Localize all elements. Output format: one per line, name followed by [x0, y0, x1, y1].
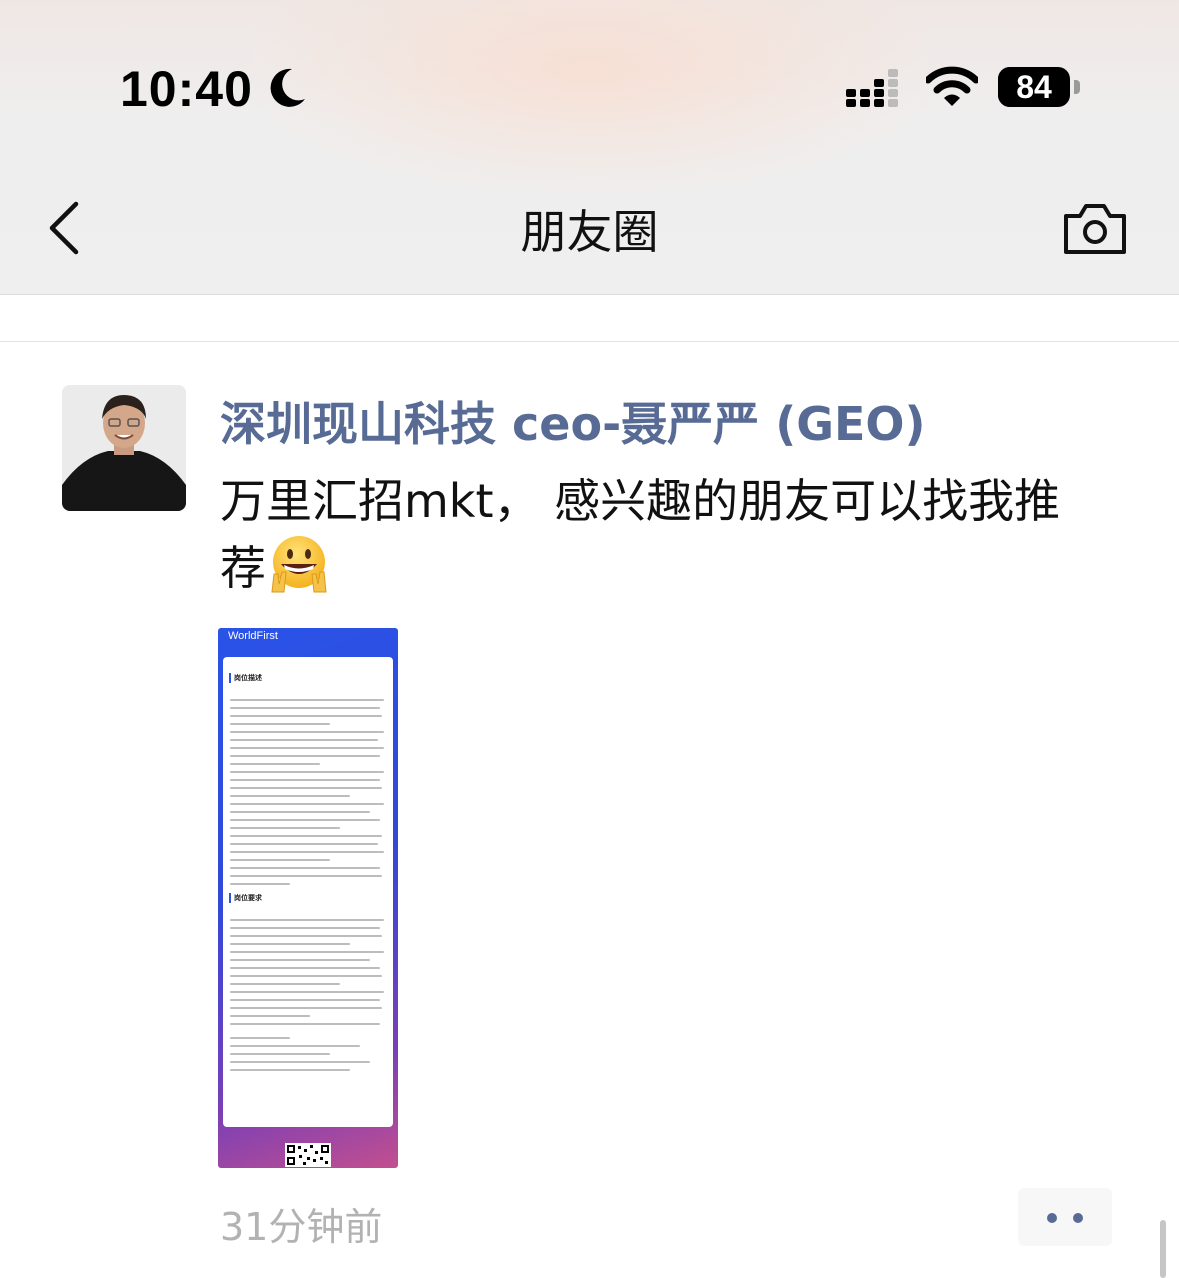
feed-divider	[0, 341, 1179, 342]
doc-line	[230, 1023, 380, 1025]
battery-icon: 84	[998, 67, 1070, 107]
doc-line	[230, 1007, 382, 1009]
doc-line	[230, 867, 380, 869]
doc-line	[230, 883, 290, 885]
more-dots-icon	[1073, 1213, 1083, 1223]
doc-line	[230, 715, 382, 717]
doc-line	[230, 795, 350, 797]
more-button[interactable]	[1018, 1188, 1112, 1246]
doc-line	[230, 967, 380, 969]
brand-logo-text: WorldFirst	[228, 630, 278, 642]
doc-line	[230, 739, 378, 741]
doc-line	[230, 1015, 310, 1017]
doc-line	[230, 951, 384, 953]
doc-line	[230, 991, 384, 993]
doc-line	[230, 1061, 370, 1063]
moon-icon	[270, 68, 305, 107]
doc-line	[230, 835, 382, 837]
doc-line	[230, 975, 382, 977]
doc-line	[230, 943, 350, 945]
doc-line	[230, 927, 380, 929]
doc-line	[230, 1045, 360, 1047]
more-dots-icon	[1047, 1213, 1057, 1223]
post-text: 万里汇招mkt， 感兴趣的朋友可以找我推荐	[220, 468, 1100, 601]
nav-divider	[0, 294, 1179, 295]
doc-line	[230, 1037, 290, 1039]
battery-percentage: 84	[1016, 69, 1052, 105]
doc-line	[230, 771, 384, 773]
doc-line	[230, 1053, 330, 1055]
doc-line	[230, 935, 382, 937]
author-name[interactable]: 深圳现山科技 ceo-聂严严 (GEO)	[220, 388, 926, 454]
doc-line	[230, 819, 380, 821]
doc-line	[230, 723, 330, 725]
doc-line	[230, 983, 340, 985]
page-title: 朋友圈	[520, 205, 659, 259]
doc-line	[230, 755, 380, 757]
doc-line	[230, 999, 380, 1001]
doc-line	[230, 787, 382, 789]
post-text-content: 万里汇招mkt， 感兴趣的朋友可以找我推荐	[220, 474, 1061, 595]
section-title-requirements: 岗位要求	[229, 893, 262, 903]
qr-code-icon	[285, 1143, 331, 1167]
doc-line	[230, 959, 370, 961]
doc-line	[230, 843, 378, 845]
scrollbar[interactable]	[1160, 1220, 1166, 1278]
doc-line	[230, 779, 380, 781]
doc-line	[230, 803, 384, 805]
doc-line	[230, 827, 340, 829]
signal-icon	[846, 69, 898, 107]
doc-line	[230, 1069, 350, 1071]
section-title-description: 岗位描述	[229, 673, 262, 683]
doc-line	[230, 707, 380, 709]
grinning-face-victory-hand-emoji	[271, 536, 327, 593]
avatar-photo	[62, 385, 186, 511]
wifi-icon	[926, 66, 978, 106]
post-timestamp: 31分钟前	[220, 1205, 383, 1249]
doc-line	[230, 811, 370, 813]
camera-button[interactable]	[1062, 200, 1128, 256]
doc-line	[230, 699, 384, 701]
doc-line	[230, 747, 384, 749]
post-image[interactable]: WorldFirst 岗位描述 岗位要求	[218, 628, 398, 1168]
avatar[interactable]	[62, 385, 186, 511]
doc-line	[230, 851, 384, 853]
status-time: 10:40	[120, 61, 253, 117]
doc-line	[230, 919, 384, 921]
job-description-card: 岗位描述 岗位要求	[223, 657, 393, 1127]
battery-cap	[1074, 80, 1080, 94]
doc-line	[230, 875, 382, 877]
doc-line	[230, 859, 330, 861]
doc-line	[230, 731, 384, 733]
doc-line	[230, 763, 320, 765]
